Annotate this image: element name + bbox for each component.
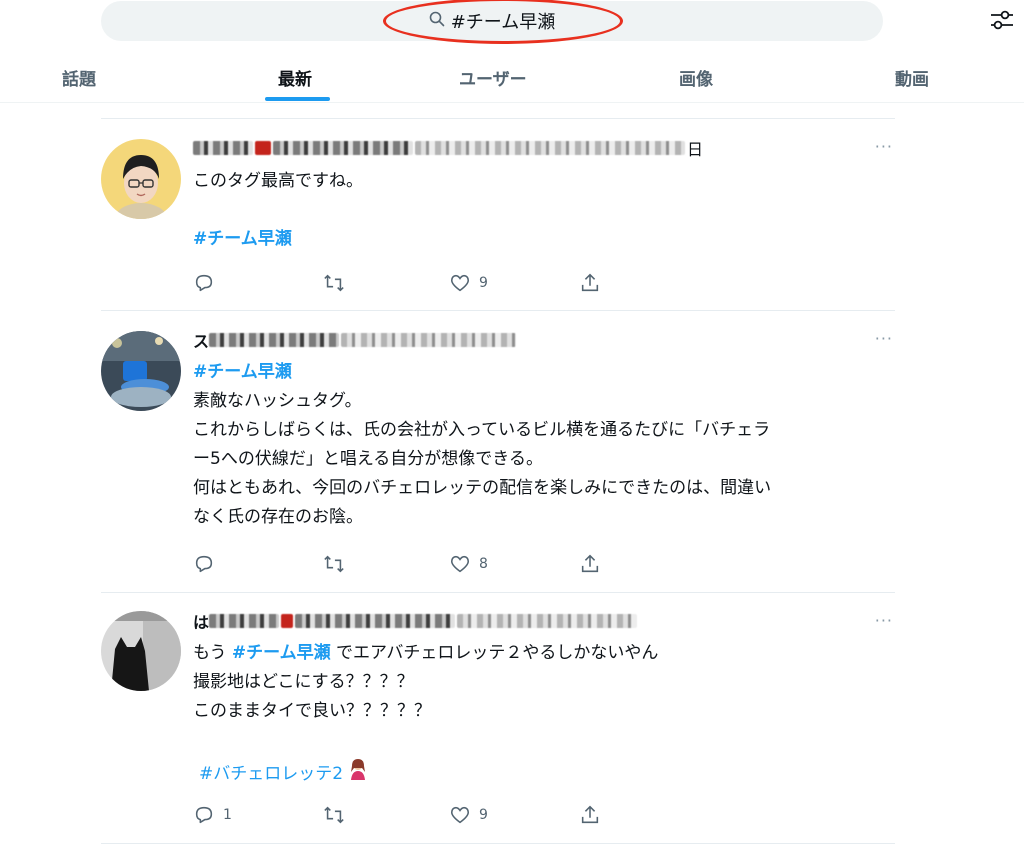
tweet-actions: 1 9 [193,801,613,829]
share-button[interactable] [579,269,601,297]
reply-icon [195,274,213,292]
retweet-button[interactable] [323,269,345,297]
share-icon [581,273,599,292]
more-options-icon[interactable]: ··· [875,611,893,630]
like-count: 9 [479,275,488,291]
reply-count: 1 [223,807,232,823]
like-button[interactable]: 9 [449,269,488,297]
reply-button[interactable]: 1 [193,801,232,829]
tweet-text: #チーム早瀬 素敵なハッシュタグ。 これからしばらくは、氏の会社が入っているビル… [193,358,771,532]
tweet-line: ー5への伏線だ」と唱える自分が想像できる。 [193,449,543,469]
hashtag-link[interactable]: #バチェロレッテ2 [199,764,343,784]
reply-icon [195,555,213,573]
retweet-button[interactable] [323,550,345,578]
retweet-icon [324,806,344,824]
tweet-actions: 9 [193,269,613,297]
tweet-text: もう #チーム早瀬 でエアバチェロレッテ２やるしかないやん 撮影地はどこにする？… [193,639,658,726]
tweet-line: このタグ最高ですね。 [193,171,363,191]
tweet-text: このタグ最高ですね。 [193,167,363,196]
tab-latest[interactable]: 最新 [278,52,312,102]
like-count: 9 [479,807,488,823]
author-name: ス [193,332,210,351]
reply-icon [195,806,213,824]
tweet-author[interactable]: ス [193,327,518,353]
tab-videos[interactable]: 動画 [895,52,929,102]
search-icon [429,11,445,32]
like-button[interactable]: 9 [449,801,488,829]
tweet-line: 撮影地はどこにする？？？？ [193,672,414,692]
avatar[interactable] [101,139,181,219]
more-options-icon[interactable]: ··· [875,137,893,156]
share-button[interactable] [579,550,601,578]
tweet-line: このままタイで良い？？？？？ [193,701,431,721]
sliders-icon [989,8,1015,36]
tweet[interactable]: は ··· もう #チーム早瀬 でエアバチェロレッテ２やるしかないやん 撮影地は… [101,592,895,844]
tweet-hashtag-line: #バチェロレッテ2 [199,758,368,790]
tweet[interactable]: ス ··· #チーム早瀬 素敵なハッシュタグ。 これからしばらくは、氏の会社が入… [101,310,895,593]
tweet-line: もう [193,643,232,663]
tab-top[interactable]: 話題 [62,52,96,102]
reply-button[interactable] [193,550,215,578]
author-name: は [193,613,210,632]
retweet-icon [324,555,344,573]
heart-icon [450,274,470,292]
woman-emoji-icon [348,758,368,790]
tweet-author[interactable]: は [193,608,639,634]
like-count: 8 [479,556,488,572]
tweet-line: 素敵なハッシュタグ。 [193,391,362,411]
tweet-actions: 8 [193,550,613,578]
avatar[interactable] [101,611,181,691]
filter-settings-button[interactable] [986,8,1018,36]
hashtag-link[interactable]: #チーム早瀬 [193,229,292,249]
tweet-line: でエアバチェロレッテ２やるしかないやん [330,643,659,663]
heart-icon [450,806,470,824]
search-tabs: 話題 最新 ユーザー 画像 動画 [0,52,1024,103]
heart-icon [450,555,470,573]
active-tab-indicator [265,97,330,101]
hashtag-link[interactable]: #チーム早瀬 [193,362,292,382]
tweet-line: 何はともあれ、今回のバチェロレッテの配信を楽しみにできたのは、間違い [193,478,772,498]
share-button[interactable] [579,801,601,829]
search-input[interactable]: #チーム早瀬 [451,8,556,34]
tab-people[interactable]: ユーザー [459,52,527,102]
reply-button[interactable] [193,269,215,297]
share-icon [581,805,599,824]
tweet-line: これからしばらくは、氏の会社が入っているビル横を通るたびに「バチェラ [193,420,771,440]
tweet-date[interactable]: 日 [687,136,703,160]
retweet-icon [324,274,344,292]
retweet-button[interactable] [323,801,345,829]
hashtag-link[interactable]: #チーム早瀬 [232,643,331,663]
tweet-line: なく氏の存在のお陰。 [193,507,363,527]
tweet[interactable]: 日 ··· このタグ最高ですね。 #チーム早瀬 9 [101,118,895,311]
more-options-icon[interactable]: ··· [875,329,893,348]
tweet-hashtag-line: #チーム早瀬 [193,225,292,254]
like-button[interactable]: 8 [449,550,488,578]
search-bar[interactable]: #チーム早瀬 [101,1,883,41]
share-icon [581,554,599,573]
tab-photos[interactable]: 画像 [679,52,713,102]
avatar[interactable] [101,331,181,411]
tweet-author[interactable]: 日 [193,135,703,161]
